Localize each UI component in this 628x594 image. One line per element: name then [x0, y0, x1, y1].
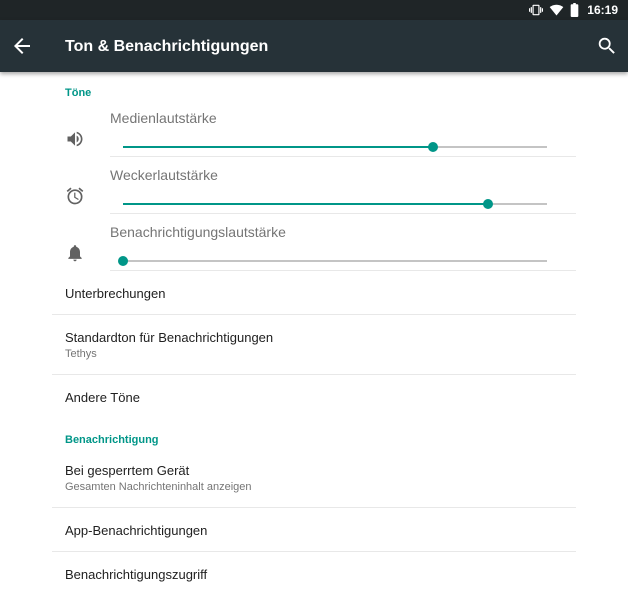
- volume-row-alarm: Weckerlautstärke: [52, 158, 576, 214]
- pref-other-tones[interactable]: Andere Töne: [52, 375, 576, 421]
- speaker-icon: [65, 129, 85, 149]
- pref-title: Unterbrechungen: [65, 286, 166, 301]
- slider-fill: [123, 146, 433, 148]
- battery-icon: [570, 3, 579, 17]
- slider-thumb[interactable]: [118, 256, 128, 266]
- pref-interruptions[interactable]: Unterbrechungen: [52, 271, 576, 315]
- back-button[interactable]: [10, 34, 34, 58]
- status-bar: 16:19: [0, 0, 628, 20]
- slider-track: [123, 260, 547, 262]
- toolbar: Ton & Benachrichtigungen: [0, 20, 628, 72]
- page-title: Ton & Benachrichtigungen: [65, 38, 269, 55]
- pref-title: App-Benachrichtigungen: [65, 523, 208, 538]
- alarm-volume-slider[interactable]: [123, 198, 547, 210]
- search-button[interactable]: [596, 35, 618, 57]
- volume-label-media: Medienlautstärke: [110, 110, 217, 126]
- pref-summary: Gesamten Nachrichteninhalt anzeigen: [65, 481, 252, 493]
- notification-volume-slider[interactable]: [118, 255, 547, 267]
- status-icons: 16:19: [529, 2, 618, 18]
- volume-row-media: Medienlautstärke: [52, 101, 576, 157]
- pref-default-notification-tone[interactable]: Standardton für Benachrichtigungen Tethy…: [52, 315, 576, 375]
- search-icon: [598, 37, 615, 54]
- alarm-clock-icon: [65, 186, 85, 206]
- status-time: 16:19: [587, 3, 618, 17]
- pref-summary: Tethys: [65, 348, 97, 360]
- settings-list: Töne Medienlautstärke Weckerlautstärke B…: [0, 72, 628, 594]
- arrow-back-icon: [14, 38, 30, 54]
- pref-title: Bei gesperrtem Gerät: [65, 463, 190, 478]
- wifi-icon: [549, 3, 564, 17]
- pref-title: Benachrichtigungszugriff: [65, 567, 208, 582]
- slider-thumb[interactable]: [427, 142, 438, 152]
- slider-fill: [123, 203, 488, 205]
- pref-title: Standardton für Benachrichtigungen: [65, 330, 274, 345]
- volume-row-notification: Benachrichtigungslautstärke: [52, 215, 576, 271]
- slider-thumb[interactable]: [482, 199, 493, 209]
- pref-on-lock-screen[interactable]: Bei gesperrtem Gerät Gesamten Nachrichte…: [52, 448, 576, 508]
- pref-title: Andere Töne: [65, 390, 140, 405]
- pref-app-notifications[interactable]: App-Benachrichtigungen: [52, 508, 576, 552]
- vibrate-icon: [529, 3, 544, 17]
- volume-label-notification: Benachrichtigungslautstärke: [110, 224, 286, 240]
- media-volume-slider[interactable]: [123, 141, 547, 153]
- category-header-notification: Benachrichtigung: [65, 434, 159, 446]
- pref-notification-access[interactable]: Benachrichtigungszugriff: [52, 552, 576, 594]
- bell-icon: [65, 243, 85, 263]
- volume-label-alarm: Weckerlautstärke: [110, 167, 218, 183]
- category-header-toene: Töne: [65, 87, 92, 99]
